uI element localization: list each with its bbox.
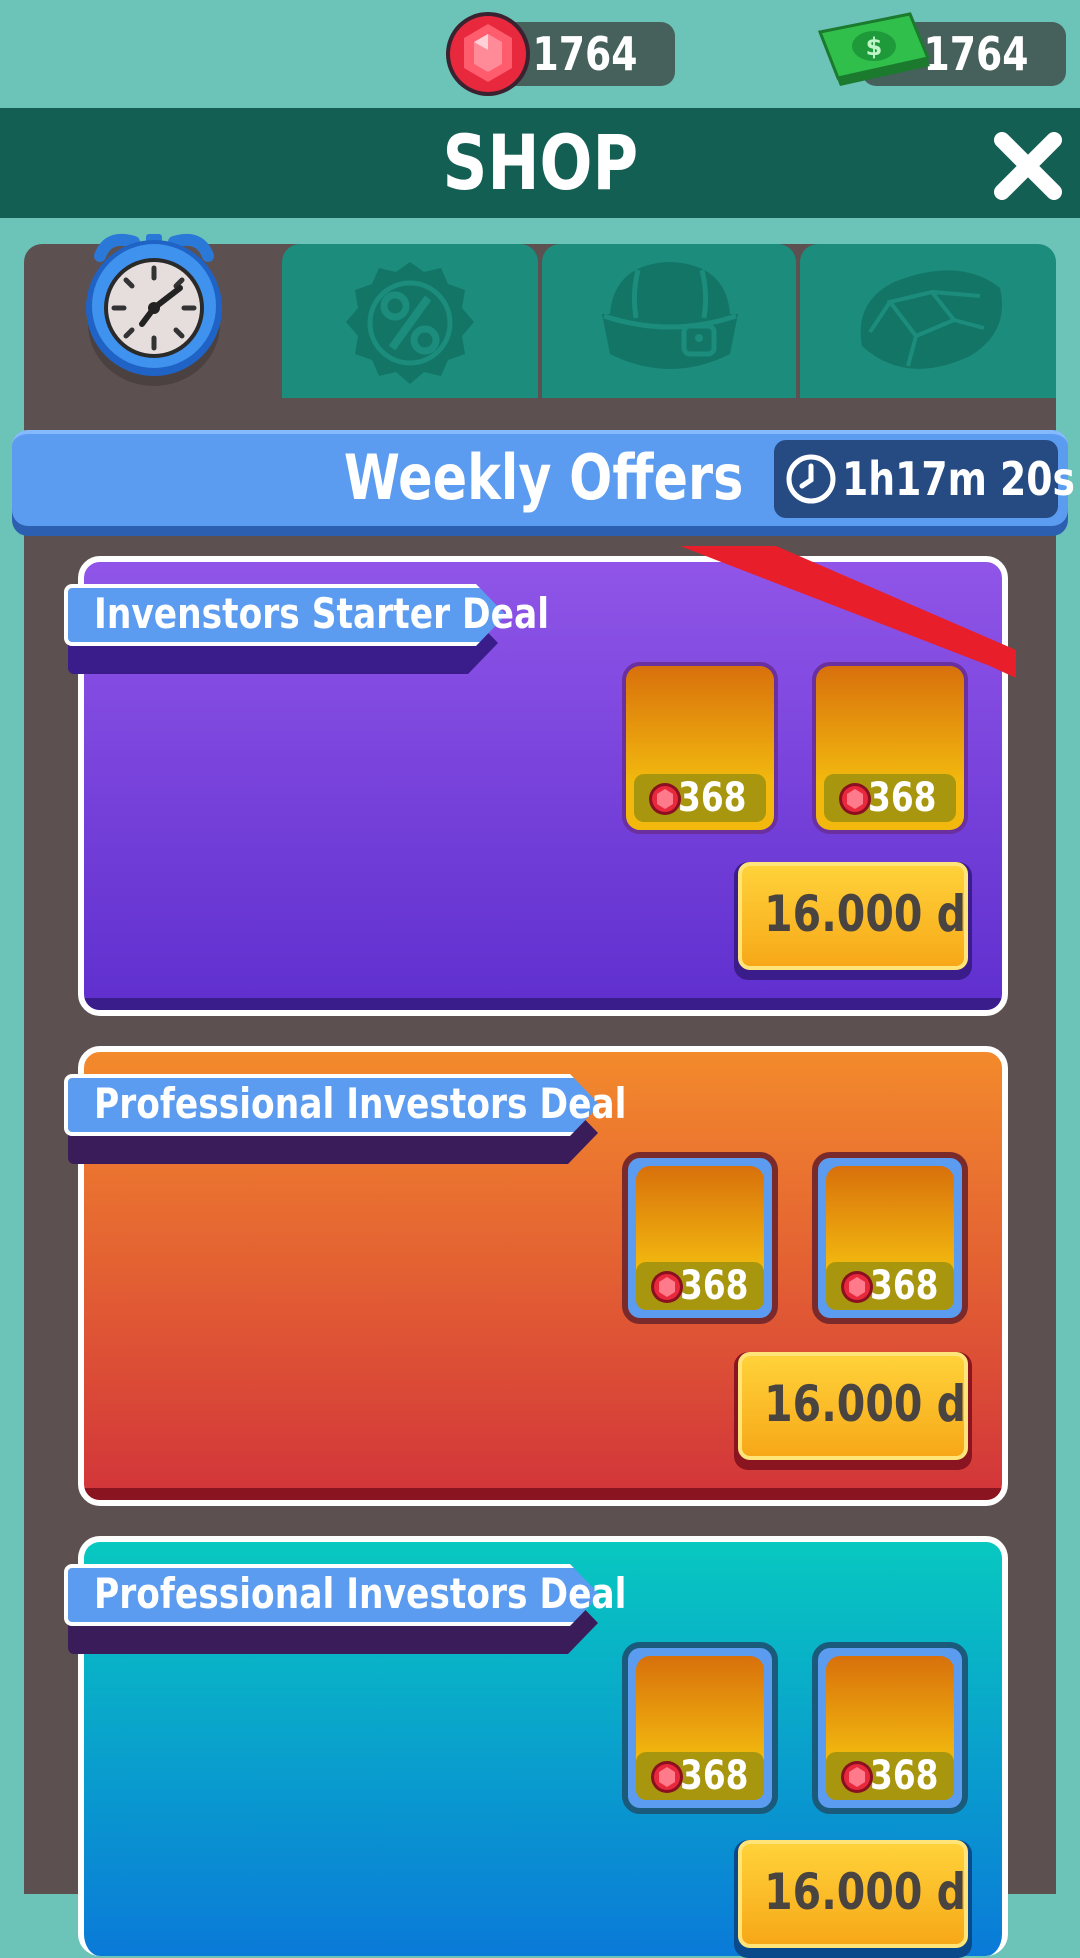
ruby-gem-icon: [841, 1761, 873, 1793]
ruby-gem-icon: [839, 783, 871, 815]
ruby-gem-icon: [649, 783, 681, 815]
offer-item[interactable]: 368: [812, 662, 968, 834]
weekly-offers-title: Weekly Offers: [343, 441, 744, 514]
close-icon[interactable]: [992, 130, 1064, 202]
clock-icon: [786, 454, 836, 504]
buy-button[interactable]: 16.000 d: [738, 1352, 968, 1460]
discount-badge-icon: [346, 262, 474, 384]
shop-header: SHOP: [0, 108, 1080, 218]
offer-item[interactable]: 368: [622, 662, 778, 834]
cash-stack-icon: $: [817, 12, 931, 86]
offer-title: Professional Investors Deal: [94, 1569, 627, 1618]
offer-item[interactable]: 368: [622, 1642, 778, 1814]
alarm-clock-icon: [86, 233, 222, 386]
gem-icon: [860, 270, 1002, 369]
buy-button[interactable]: 16.000 d: [738, 1840, 968, 1948]
tab-gems[interactable]: [800, 244, 1056, 398]
svg-text:$: $: [866, 33, 883, 61]
tab-timed-offers[interactable]: [24, 233, 282, 398]
buy-button[interactable]: 16.000 d: [738, 862, 968, 970]
treasure-chest-icon: [602, 262, 738, 369]
offer-title: Professional Investors Deal: [94, 1079, 627, 1128]
offer-title: Invenstors Starter Deal: [94, 589, 550, 638]
countdown-text: 1h17m 20s: [842, 452, 1075, 506]
page-title: SHOP: [442, 118, 638, 207]
tab-chests[interactable]: [542, 244, 796, 398]
offer-item[interactable]: 368: [812, 1642, 968, 1814]
offer-item[interactable]: 368: [812, 1152, 968, 1324]
ruby-gem-icon: [446, 12, 530, 96]
tab-discounts[interactable]: [282, 244, 538, 398]
offer-item[interactable]: 368: [622, 1152, 778, 1324]
ruby-gem-icon: [651, 1761, 683, 1793]
ruby-gem-icon: [841, 1271, 873, 1303]
ruby-gem-icon: [651, 1271, 683, 1303]
